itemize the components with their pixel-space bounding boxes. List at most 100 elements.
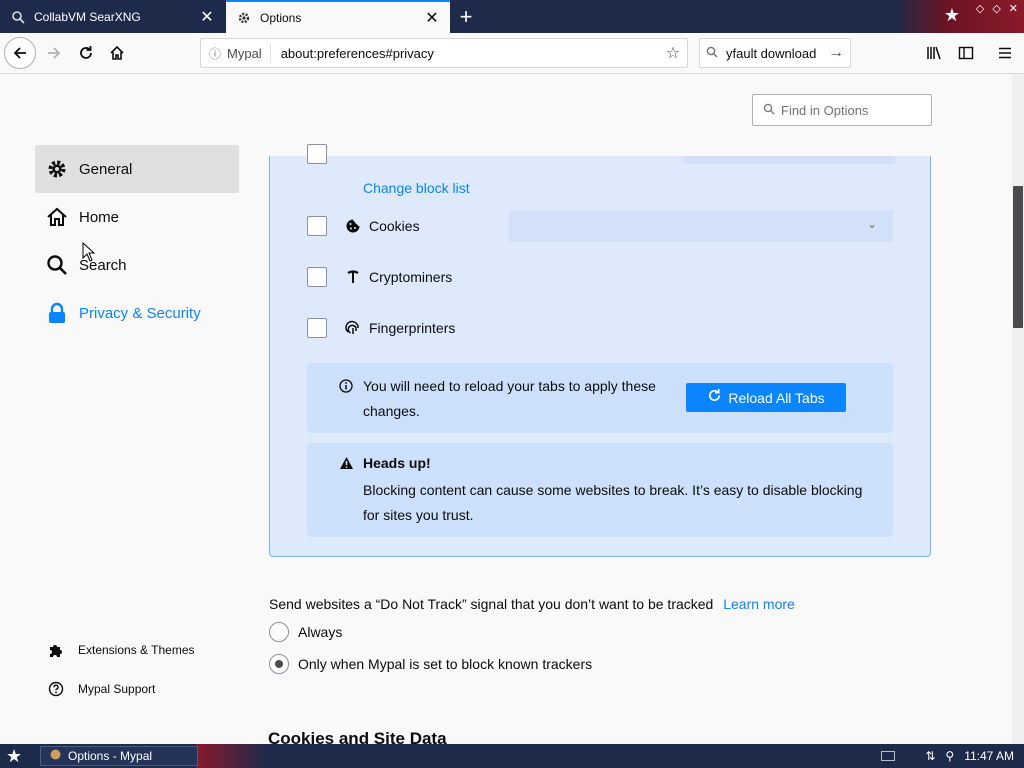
search-bar[interactable]: yfault download → [699,38,851,68]
change-block-list-link[interactable]: Change block list [363,180,470,196]
tab-title: CollabVM SearXNG [34,9,141,24]
radio-button-selected[interactable] [269,654,289,674]
network-icon[interactable]: ⇅ [925,749,935,763]
find-in-options-input[interactable]: Find in Options [752,94,932,126]
find-placeholder: Find in Options [781,102,869,118]
category-search[interactable]: Search [35,241,239,289]
reload-notice-text: You will need to reload your tabs to app… [363,378,656,419]
close-window-icon[interactable]: ✕ [1009,2,1018,15]
category-privacy-security[interactable]: Privacy & Security [35,289,239,337]
mouse-cursor-icon [82,242,96,262]
category-general[interactable]: General [35,145,239,193]
fingerprinters-row: Fingerprinters [307,316,455,340]
mypal-support-link[interactable]: Mypal Support [48,681,155,697]
dnt-only-when-blocking-option[interactable]: Only when Mypal is set to block known tr… [269,654,592,674]
search-input[interactable]: yfault download [722,46,828,61]
taskbar-window-button[interactable]: Options - Mypal [40,746,198,766]
close-tab-icon[interactable]: ✕ [199,7,215,27]
minimize-icon[interactable]: ◇ [976,2,984,15]
arrow-right-icon [48,47,61,59]
mypal-icon [49,748,62,764]
fingerprint-icon [343,320,363,336]
pickaxe-icon [343,269,363,285]
hamburger-icon [999,47,1011,59]
bookmark-star-icon[interactable]: ☆ [659,43,687,63]
dnt-always-option[interactable]: Always [269,622,342,642]
extensions-themes-link[interactable]: Extensions & Themes [48,642,195,658]
back-button[interactable] [4,37,36,69]
taskbar: ★ Options - Mypal ⇅ ⚲ 11:47 AM [0,744,1024,768]
gear-icon [45,157,69,181]
learn-more-link[interactable]: Learn more [723,596,795,612]
taskbar-flag-decoration [196,744,266,768]
tab-title: Options [260,10,302,25]
category-label: Privacy & Security [79,304,201,322]
forward-button[interactable] [38,37,70,69]
cookies-checkbox[interactable] [307,216,327,236]
arrow-left-icon [13,47,26,59]
navigation-toolbar: ⓘ Mypal about:preferences#privacy ☆ yfau… [0,33,1024,74]
warning-text: Blocking content can cause some websites… [363,482,863,523]
help-icon [48,681,64,697]
system-tray: ⇅ ⚲ 11:47 AM [881,744,1024,768]
scrollbar-thumb[interactable] [1013,186,1023,328]
reload-icon [80,46,92,59]
reload-button-label: Reload All Tabs [728,389,825,406]
searxng-icon [10,10,26,24]
cookies-dropdown[interactable]: ⌄ [509,210,893,242]
url-text[interactable]: about:preferences#privacy [271,46,659,61]
window-controls: ◇ ◇ ✕ [976,2,1018,15]
category-home[interactable]: Home [35,193,239,241]
vertical-scrollbar[interactable] [1012,74,1024,744]
close-tab-icon[interactable]: ✕ [424,8,440,28]
radio-label: Only when Mypal is set to block known tr… [298,656,593,672]
reload-all-tabs-button[interactable]: Reload All Tabs [686,383,846,412]
category-label: Home [79,208,120,226]
cryptominers-label: Cryptominers [369,269,453,285]
home-icon [110,45,124,60]
start-star-icon[interactable]: ★ [6,746,22,767]
warning-title: Heads up! [363,455,431,471]
search-tray-icon[interactable]: ⚲ [945,749,954,763]
reload-icon [707,388,722,408]
cookies-site-data-heading: Cookies and Site Data [268,729,447,744]
library-icon [927,46,941,60]
home-button[interactable] [101,37,133,69]
sidebar-toggle-button[interactable] [954,41,978,65]
dnt-text: Send websites a “Do Not Track” signal th… [269,596,714,612]
star-logo-icon: ★ [943,5,960,25]
category-label: General [79,160,133,178]
cryptominers-row: Cryptominers [307,265,452,289]
menu-button[interactable] [993,41,1017,65]
library-button[interactable] [922,41,946,65]
info-icon: ⓘ [209,46,222,61]
footer-link-label: Mypal Support [78,682,156,696]
keyboard-icon[interactable] [881,751,896,761]
trackers-checkbox[interactable] [307,144,327,164]
home-icon [45,205,69,229]
gear-icon [236,11,252,25]
warning-icon [339,456,354,473]
new-tab-button[interactable]: + [452,0,480,33]
fingerprinters-label: Fingerprinters [369,320,456,336]
search-go-arrow-icon[interactable]: → [828,44,850,62]
fingerprinters-checkbox[interactable] [307,318,327,338]
trackers-dropdown[interactable] [683,156,895,164]
chevron-down-icon: ⌄ [866,217,877,231]
reload-button[interactable] [70,37,102,69]
info-icon [339,379,353,396]
tab-collabvm-searxng[interactable]: CollabVM SearXNG ✕ [0,0,225,33]
cryptominers-checkbox[interactable] [307,267,327,287]
do-not-track-description: Send websites a “Do Not Track” signal th… [269,596,795,612]
identity-label: Mypal [227,45,262,61]
cookies-label: Cookies [369,218,420,234]
search-icon [45,253,69,277]
radio-button[interactable] [269,622,289,642]
url-bar[interactable]: ⓘ Mypal about:preferences#privacy ☆ [200,38,688,68]
lock-icon [45,301,69,325]
maximize-icon[interactable]: ◇ [992,2,1000,15]
clock: 11:47 AM [964,749,1014,763]
radio-label: Always [298,624,343,640]
tab-options[interactable]: Options ✕ [226,0,450,33]
identity-box[interactable]: ⓘ Mypal [201,43,271,63]
